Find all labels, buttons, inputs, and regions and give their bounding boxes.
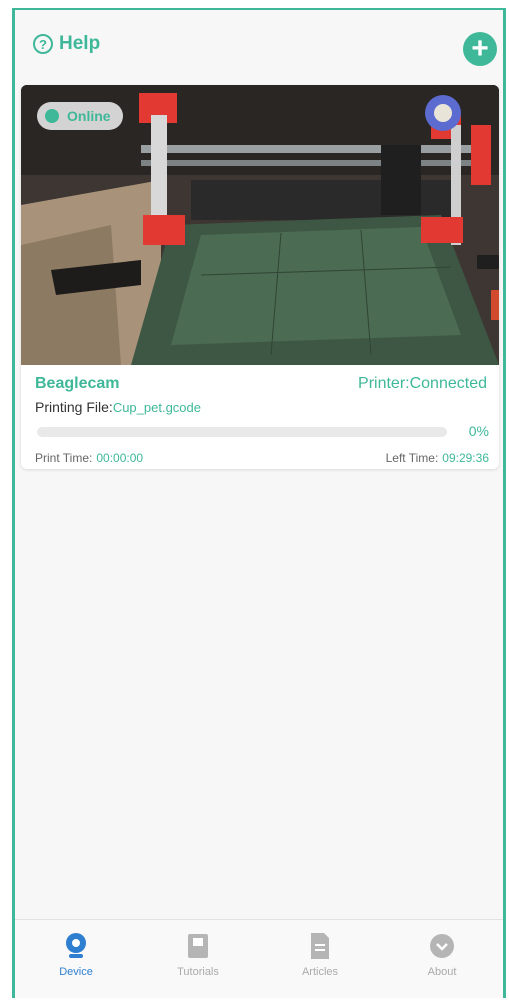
left-time-value: 09:29:36 — [442, 451, 489, 465]
tab-articles-label: Articles — [301, 966, 339, 978]
tab-about-label: About — [427, 966, 457, 978]
left-time-label: Left Time: — [385, 451, 439, 465]
device-info: Beaglecam Printer:Connected Printing Fil… — [21, 365, 499, 469]
question-circle-icon: ? — [33, 34, 53, 54]
device-card[interactable]: Online Beaglecam Printer:Connected Print… — [21, 85, 499, 469]
document-icon — [306, 932, 334, 960]
status-badge: Online — [37, 102, 123, 130]
add-device-button[interactable]: + — [463, 32, 497, 66]
header: ? Help + — [15, 10, 503, 80]
print-time-value: 00:00:00 — [96, 451, 144, 465]
bottom-tab-bar: Device Tutorials Articles About — [15, 919, 503, 998]
status-badge-label: Online — [67, 108, 111, 124]
progress-percent: 0% — [468, 423, 489, 439]
print-time-row: Print Time: 00:00:00 — [35, 451, 143, 465]
chevron-circle-icon — [428, 932, 456, 960]
plus-icon: + — [471, 32, 489, 65]
book-icon — [184, 932, 212, 960]
tab-about[interactable]: About — [381, 920, 503, 998]
help-label: Help — [59, 33, 101, 54]
left-time-row: Left Time: 09:29:36 — [386, 451, 489, 465]
printer-status: Printer:Connected — [358, 375, 487, 392]
print-time-label: Print Time: — [35, 451, 93, 465]
progress-bar — [37, 427, 447, 437]
printing-file-row: Printing File:Cup_pet.gcode — [35, 399, 201, 415]
tab-tutorials-label: Tutorials — [177, 966, 219, 978]
help-button[interactable]: ? Help — [33, 33, 100, 55]
app-frame: ? Help + Online Beaglecam Printer:Connec… — [12, 8, 506, 998]
tab-articles[interactable]: Articles — [259, 920, 381, 998]
printing-file-name: Cup_pet.gcode — [112, 400, 201, 415]
online-dot-icon — [45, 109, 59, 123]
tab-device-label: Device — [59, 966, 93, 978]
tab-tutorials[interactable]: Tutorials — [137, 920, 259, 998]
tab-device[interactable]: Device — [15, 920, 137, 998]
device-name: Beaglecam — [35, 375, 120, 392]
camera-feed[interactable]: Online — [21, 85, 499, 365]
printing-file-label: Printing File: — [35, 399, 113, 415]
camera-icon — [62, 932, 90, 960]
